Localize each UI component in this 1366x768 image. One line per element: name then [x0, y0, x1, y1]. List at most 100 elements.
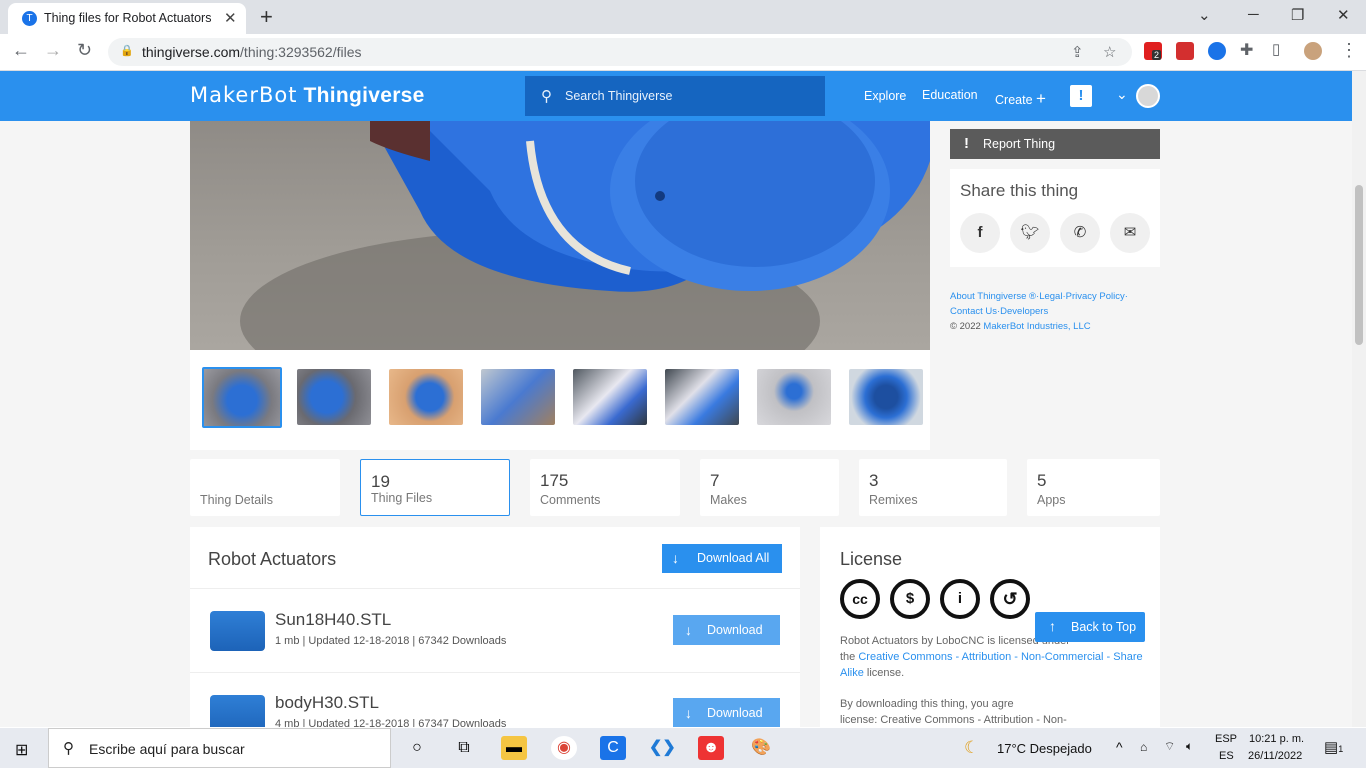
- share-page-icon[interactable]: ⇪: [1071, 43, 1084, 61]
- menu-dots-icon[interactable]: ⋮: [1340, 40, 1358, 61]
- actuator-photo: [240, 121, 930, 350]
- user-avatar[interactable]: [1136, 84, 1160, 108]
- weather-text[interactable]: 17°C Despejado: [997, 741, 1092, 756]
- thumbnail-7[interactable]: [757, 369, 831, 425]
- page-scrollbar[interactable]: [1352, 71, 1366, 727]
- windows-start-icon[interactable]: ⊞: [15, 740, 28, 760]
- whatsapp-icon[interactable]: ✆: [1060, 213, 1100, 253]
- file-thumbnail[interactable]: [210, 611, 265, 651]
- nav-explore[interactable]: Explore: [864, 89, 906, 103]
- window-close-icon[interactable]: ✕: [1337, 6, 1350, 24]
- site-search-input[interactable]: ⚲ Search Thingiverse: [525, 76, 825, 116]
- notification-alert-icon[interactable]: !: [1070, 85, 1092, 107]
- tab-makes[interactable]: 7 Makes: [700, 459, 839, 516]
- scrollbar-thumb[interactable]: [1355, 185, 1363, 345]
- back-to-top-button[interactable]: ↑ Back to Top: [1035, 612, 1145, 642]
- profile-avatar[interactable]: [1304, 42, 1322, 60]
- reload-icon[interactable]: ↻: [77, 40, 92, 61]
- arrow-up-icon: ↑: [1049, 618, 1056, 634]
- back-arrow-icon[interactable]: ←: [12, 40, 30, 61]
- clock-time[interactable]: 10:21 p. m.: [1249, 733, 1304, 745]
- file-meta: 4 mb | Updated 12-18-2018 | 67347 Downlo…: [275, 718, 507, 727]
- thumbnail-8[interactable]: [849, 369, 923, 425]
- language-top[interactable]: ESP: [1215, 733, 1237, 745]
- ghost-app-icon[interactable]: ☻: [698, 736, 724, 760]
- makerbot-thingiverse-logo[interactable]: MakerBot Thingiverse: [190, 83, 425, 108]
- share-title: Share this thing: [960, 181, 1079, 200]
- thumbnail-5[interactable]: [573, 369, 647, 425]
- email-icon[interactable]: ✉: [1110, 213, 1150, 253]
- weather-moon-icon[interactable]: ☾: [964, 738, 979, 758]
- tab-remixes[interactable]: 3 Remixes: [859, 459, 1007, 516]
- language-bottom[interactable]: ES: [1219, 750, 1234, 762]
- download-all-button[interactable]: ↓ Download All: [662, 544, 782, 573]
- task-view-icon[interactable]: ⧉: [451, 736, 477, 760]
- thumbnail-6[interactable]: [665, 369, 739, 425]
- tab-apps[interactable]: 5 Apps: [1027, 459, 1160, 516]
- file-name[interactable]: Sun18H40.STL: [275, 610, 391, 630]
- tab-thing-details[interactable]: Thing Details: [190, 459, 340, 516]
- extension-red-icon[interactable]: 2: [1144, 42, 1162, 60]
- main-image[interactable]: [190, 121, 930, 350]
- download-button[interactable]: ↓ Download: [673, 615, 780, 645]
- footer-links[interactable]: About Thingiverse ®·Legal·Privacy Policy…: [950, 289, 1160, 304]
- license-agreement-text: By downloading this thing, you agre licen…: [840, 698, 1067, 726]
- twitter-icon[interactable]: 🐦︎: [1010, 213, 1050, 253]
- thumbnail-4[interactable]: [481, 369, 555, 425]
- chrome-icon[interactable]: ◉: [551, 736, 577, 760]
- meet-icon[interactable]: ⌂: [1140, 740, 1147, 754]
- download-button[interactable]: ↓ Download: [673, 698, 780, 727]
- tab-thing-files[interactable]: 19 Thing Files: [360, 459, 510, 516]
- download-arrow-icon: ↓: [685, 705, 692, 721]
- file-name[interactable]: bodyH30.STL: [275, 693, 379, 713]
- address-bar[interactable]: 🔒 thingiverse.com/thing:3293562/files ⇪ …: [108, 38, 1132, 66]
- cortana-icon[interactable]: ○: [404, 736, 430, 760]
- nav-education[interactable]: Education: [922, 88, 978, 102]
- browser-tab[interactable]: T Thing files for Robot Actuators by ✕: [8, 3, 246, 34]
- search-icon: ⚲: [541, 88, 552, 105]
- extension-grid-icon[interactable]: [1176, 42, 1194, 60]
- chevron-down-icon[interactable]: ⌄: [1116, 86, 1128, 103]
- share-panel: Share this thing f 🐦︎ ✆ ✉: [950, 169, 1160, 267]
- makerbot-link[interactable]: MakerBot Industries, LLC: [983, 321, 1090, 332]
- new-tab-button[interactable]: +: [260, 4, 273, 30]
- thumbnail-1[interactable]: [202, 367, 282, 428]
- extension-infinity-icon[interactable]: [1208, 42, 1226, 60]
- bookmark-star-icon[interactable]: ☆: [1103, 43, 1116, 61]
- site-header: MakerBot Thingiverse ⚲ Search Thingiverse…: [0, 71, 1352, 121]
- file-thumbnail[interactable]: [210, 695, 265, 727]
- tab-title: Thing files for Robot Actuators by: [44, 11, 214, 25]
- report-thing-button[interactable]: ! Report Thing: [950, 129, 1160, 159]
- extensions-puzzle-icon[interactable]: ✚: [1240, 40, 1253, 60]
- restore-icon[interactable]: ❐: [1291, 6, 1304, 24]
- app-c-icon[interactable]: C: [600, 736, 626, 760]
- tab-close-icon[interactable]: ✕: [224, 9, 237, 27]
- facebook-icon[interactable]: f: [960, 213, 1000, 253]
- web-page: MakerBot Thingiverse ⚲ Search Thingiverse…: [0, 71, 1352, 727]
- minimize-icon[interactable]: ─: [1248, 6, 1259, 23]
- side-panel-icon[interactable]: ▯: [1272, 40, 1280, 58]
- image-gallery: [190, 121, 930, 450]
- site-footer: About Thingiverse ®·Legal·Privacy Policy…: [950, 289, 1160, 334]
- file-explorer-icon[interactable]: ▬: [501, 736, 527, 760]
- clock-date[interactable]: 26/11/2022: [1248, 750, 1302, 762]
- tray-chevron-up-icon[interactable]: ^: [1116, 739, 1123, 755]
- vscode-icon[interactable]: ❮❯: [649, 736, 676, 760]
- paint-icon[interactable]: 🎨: [748, 736, 774, 760]
- search-icon: ⚲: [63, 740, 74, 757]
- windows-taskbar: ⊞ ⚲ Escribe aquí para buscar ○ ⧉ ▬ ◉ C ❮…: [0, 728, 1366, 768]
- tab-search-chevron-icon[interactable]: ⌄: [1198, 6, 1211, 24]
- taskbar-search-input[interactable]: ⚲ Escribe aquí para buscar: [48, 728, 391, 768]
- share-alike-icon: ↺: [990, 579, 1030, 619]
- browser-tab-bar: T Thing files for Robot Actuators by ✕ +…: [0, 0, 1366, 34]
- wifi-icon[interactable]: ⌔: [1164, 739, 1175, 754]
- footer-links-2[interactable]: Contact Us·Developers: [950, 304, 1160, 319]
- thumbnail-2[interactable]: [297, 369, 371, 425]
- forward-arrow-icon[interactable]: →: [44, 40, 62, 61]
- nav-create[interactable]: Create +: [995, 89, 1046, 109]
- notifications-icon[interactable]: ▤1: [1324, 738, 1343, 756]
- thumbnail-3[interactable]: [389, 369, 463, 425]
- download-arrow-icon: ↓: [685, 622, 692, 638]
- tab-comments[interactable]: 175 Comments: [530, 459, 680, 516]
- volume-icon[interactable]: 🔈︎: [1186, 739, 1193, 754]
